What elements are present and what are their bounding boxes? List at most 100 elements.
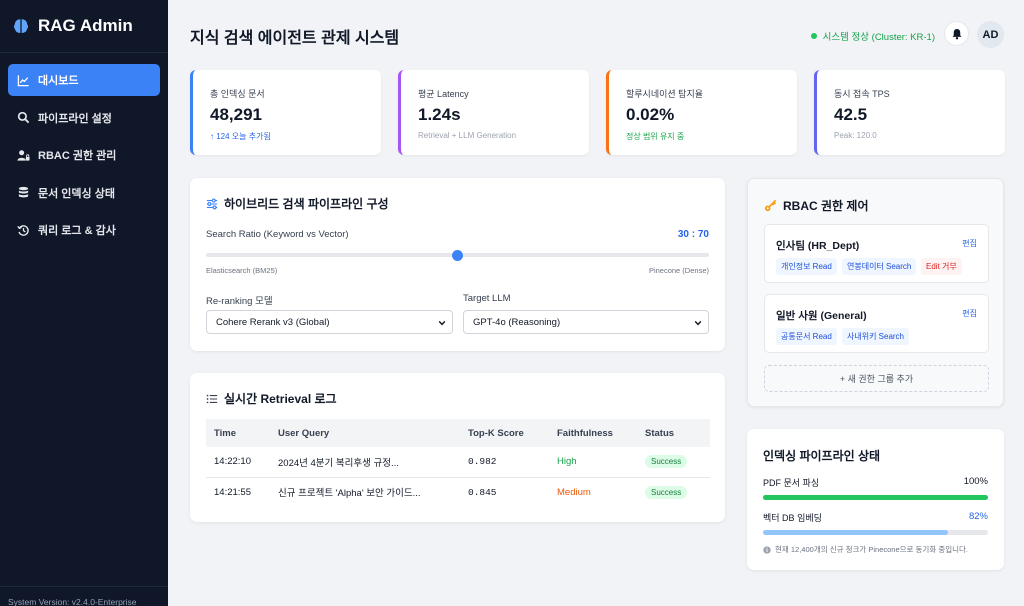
pipeline-title-text: 하이브리드 검색 파이프라인 구성 xyxy=(224,197,389,211)
history-icon xyxy=(17,224,29,236)
bell-icon xyxy=(952,28,961,39)
kpi-card-tps: 동시 접속 TPS 42.5 Peak: 120.0 xyxy=(814,70,1005,155)
retrieval-log-card: 실시간 Retrieval 로그 Time User Query Top-K S… xyxy=(190,373,725,522)
cell-faithfulness: High xyxy=(557,447,645,478)
slider-right-label: Pinecone (Dense) xyxy=(648,266,709,275)
table-row[interactable]: 14:22:10 2024년 4분기 복리후생 규정... 0.982 High… xyxy=(206,447,710,478)
kpi-value: 42.5 xyxy=(834,105,868,124)
kpi-card-total-docs: 총 인덱싱 문서 48,291 ↑ 124 오늘 추가됨 xyxy=(190,70,381,155)
status-badge: Success xyxy=(645,455,688,469)
sidebar-item-label: RBAC 권한 관리 xyxy=(38,150,117,162)
sidebar-item-label: 파이프라인 설정 xyxy=(38,112,112,125)
permission-tag: 공통문서 Read xyxy=(776,328,837,345)
sidebar-item-indexing[interactable]: 문서 인덱싱 상태 xyxy=(8,177,160,209)
llm-select-value: GPT-4o (Reasoning) xyxy=(473,316,561,328)
progress-fill xyxy=(763,495,988,500)
progress-bar-pdf xyxy=(763,495,988,500)
llm-select[interactable]: GPT-4o (Reasoning) xyxy=(463,310,709,334)
indexing-item-percent: 100% xyxy=(963,476,988,487)
kpi-card-latency: 평균 Latency 1.24s Retrieval + LLM Generat… xyxy=(398,70,589,155)
indexing-item-percent: 82% xyxy=(968,511,988,522)
indexing-item-label: PDF 문서 파싱 xyxy=(763,478,820,488)
indexing-note: 현재 12,400개의 신규 청크가 Pinecone으로 동기화 중입니다. xyxy=(763,544,968,555)
search-ratio-track[interactable] xyxy=(206,249,709,261)
permission-tag: 연봉데이터 Search xyxy=(842,258,917,275)
search-ratio-value: 30 : 70 xyxy=(677,229,709,240)
kpi-label: 할루시네이션 탐지율 xyxy=(626,89,704,99)
search-ratio-thumb[interactable] xyxy=(452,249,463,261)
column-header: Top-K Score xyxy=(468,419,557,447)
role-card-general: 일반 사원 (General) 편집 공통문서 Read 사내위키 Search xyxy=(764,294,989,353)
rerank-label: Re-ranking 모델 xyxy=(206,296,273,307)
kpi-label: 평균 Latency xyxy=(418,89,469,99)
search-ratio-label: Search Ratio (Keyword vs Vector) xyxy=(206,229,349,240)
kpi-label: 총 인덱싱 문서 xyxy=(210,89,265,99)
brand[interactable]: RAG Admin xyxy=(0,0,168,53)
database-icon xyxy=(18,186,29,198)
kpi-value: 0.02% xyxy=(626,105,675,124)
cell-time: 14:21:55 xyxy=(214,486,251,498)
notification-button[interactable] xyxy=(944,21,969,46)
add-role-group-button[interactable]: + 새 권한 그룹 추가 xyxy=(764,365,989,392)
column-header: Faithfulness xyxy=(557,419,645,447)
cell-faithfulness: Medium xyxy=(557,486,591,498)
system-version: System Version: v2.4.0-Enterprise xyxy=(0,586,168,606)
system-status-text: 시스템 정상 (Cluster: KR-1) xyxy=(822,32,935,43)
rerank-select[interactable]: Cohere Rerank v3 (Global) xyxy=(206,310,453,334)
sidebar-item-dashboard[interactable]: 대시보드 xyxy=(8,64,160,96)
sidebar-item-label: 문서 인덱싱 상태 xyxy=(38,187,115,200)
page-title: 지식 검색 에이전트 관제 시스템 xyxy=(190,30,400,47)
sidebar-item-label: 대시보드 xyxy=(38,75,79,87)
rerank-select-value: Cohere Rerank v3 (Global) xyxy=(216,316,330,328)
pipeline-card: 하이브리드 검색 파이프라인 구성 Search Ratio (Keyword … xyxy=(190,178,725,351)
sidebar: RAG Admin 대시보드 파이프라인 설정 RBAC 권한 관리 문서 인덱… xyxy=(0,0,168,606)
kpi-card-hallucination: 할루시네이션 탐지율 0.02% 정상 범위 유지 중 xyxy=(606,70,797,155)
cell-query: 신규 프로젝트 'Alpha' 보안 가이드... xyxy=(278,488,421,500)
indexing-card: 인덱싱 파이프라인 상태 PDF 문서 파싱 100% 벡터 DB 임베딩 82… xyxy=(747,429,1004,570)
progress-bar-embedding xyxy=(763,530,988,535)
rbac-title: RBAC 권한 제어 xyxy=(764,197,869,214)
sliders-icon xyxy=(206,198,218,209)
user-lock-icon xyxy=(17,149,30,161)
kpi-sub: 정상 범위 유지 중 xyxy=(626,132,685,141)
sidebar-nav: 대시보드 파이프라인 설정 RBAC 권한 관리 문서 인덱싱 상태 쿼리 로그… xyxy=(0,53,168,263)
retrieval-log-title: 실시간 Retrieval 로그 xyxy=(206,390,337,407)
sidebar-item-pipeline[interactable]: 파이프라인 설정 xyxy=(8,102,160,134)
chart-line-icon xyxy=(17,74,29,86)
permission-tag-denied: Edit 거부 xyxy=(921,258,962,275)
kpi-sub: Retrieval + LLM Generation xyxy=(418,131,517,140)
table-row[interactable]: 14:21:55 신규 프로젝트 'Alpha' 보안 가이드... 0.845… xyxy=(206,477,710,507)
role-edit-link[interactable]: 편집 xyxy=(962,308,977,319)
sidebar-item-label: 쿼리 로그 & 감사 xyxy=(38,225,116,237)
brand-title: RAG Admin xyxy=(38,16,133,35)
permission-tag: 사내위키 Search xyxy=(842,328,910,345)
brain-logo-icon xyxy=(13,19,29,33)
kpi-value: 48,291 xyxy=(210,105,262,124)
list-icon xyxy=(206,394,218,403)
indexing-note-text: 현재 12,400개의 신규 청크가 Pinecone으로 동기화 중입니다. xyxy=(775,545,968,554)
status-dot-icon xyxy=(810,33,817,39)
kpi-sub: ↑ 124 오늘 추가됨 xyxy=(210,132,271,141)
chevron-down-icon xyxy=(438,320,446,326)
system-status: 시스템 정상 (Cluster: KR-1) xyxy=(810,29,935,43)
info-icon xyxy=(763,545,771,554)
sidebar-item-query-log[interactable]: 쿼리 로그 & 감사 xyxy=(8,214,160,246)
key-icon xyxy=(764,199,777,212)
column-header: Status xyxy=(645,419,710,447)
indexing-title: 인덱싱 파이프라인 상태 xyxy=(763,449,881,463)
avatar[interactable]: AD xyxy=(977,21,1004,48)
column-header: Time xyxy=(206,419,278,447)
cell-status: Success xyxy=(645,477,710,507)
indexing-item-label: 벡터 DB 임베딩 xyxy=(763,513,822,523)
kpi-sub: Peak: 120.0 xyxy=(834,131,877,140)
table-header-row: Time User Query Top-K Score Faithfulness… xyxy=(206,419,710,447)
rbac-card: RBAC 권한 제어 인사팀 (HR_Dept) 편집 개인정보 Read 연봉… xyxy=(747,178,1004,407)
retrieval-log-table: Time User Query Top-K Score Faithfulness… xyxy=(206,419,710,507)
chevron-down-icon xyxy=(694,320,702,326)
sidebar-item-rbac[interactable]: RBAC 권한 관리 xyxy=(8,139,160,171)
progress-fill xyxy=(763,530,948,535)
rbac-title-text: RBAC 권한 제어 xyxy=(783,199,869,213)
status-badge: Success xyxy=(645,485,688,499)
pipeline-card-title: 하이브리드 검색 파이프라인 구성 xyxy=(206,195,389,212)
role-edit-link[interactable]: 편집 xyxy=(962,238,977,249)
